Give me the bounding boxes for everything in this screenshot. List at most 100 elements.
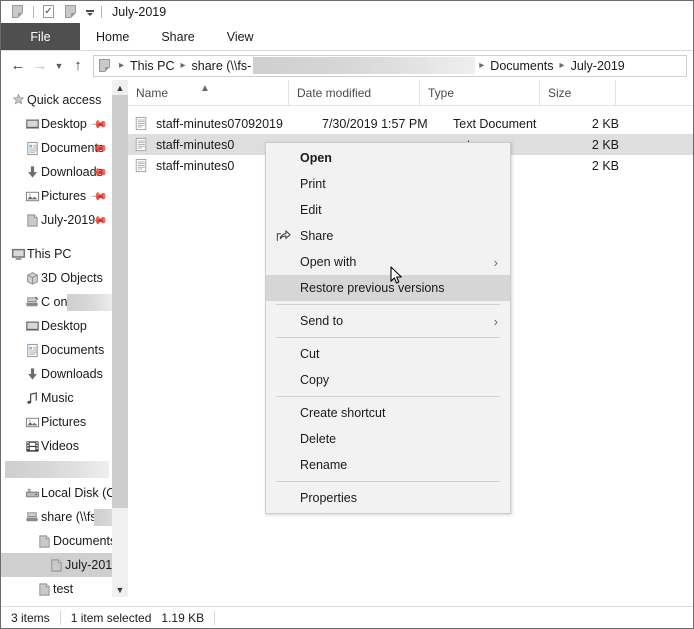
text-document-icon [128,158,154,173]
sidebar-item-videos[interactable]: Videos [1,434,128,458]
file-size: 2 KB [565,159,641,173]
sidebar-item-pictures[interactable]: Pictures 📌 [1,184,128,208]
sidebar-item-local-disk-c[interactable]: Local Disk (C:) [1,481,128,505]
sidebar-label: Desktop [41,117,87,131]
breadcrumb-july-2019[interactable]: July-2019 [569,59,627,73]
scroll-down-arrow-icon[interactable]: ▼ [112,582,128,597]
sidebar-item-3d-objects[interactable]: 3D Objects [1,266,128,290]
column-header-name[interactable]: Name ▲ [128,80,288,106]
customize-quick-access-toolbar-icon[interactable] [83,4,97,20]
breadcrumb-documents[interactable]: Documents [488,59,555,73]
sidebar-item-pictures-pc[interactable]: Pictures [1,410,128,434]
context-menu-item-delete[interactable]: Delete [266,426,510,452]
sidebar-item-downloads[interactable]: Downloads 📌 [1,160,128,184]
context-menu-label: Properties [300,491,357,505]
sidebar-item-test[interactable]: test [1,577,128,597]
context-menu-label: Open [300,151,332,165]
status-item-count: 3 items [1,611,60,625]
context-menu-label: Print [300,177,326,191]
sidebar-label: Videos [41,439,79,453]
column-header-type[interactable]: Type [419,80,539,106]
downloads-icon [23,367,41,382]
sidebar-item-desktop[interactable]: Desktop 📌 [1,112,128,136]
status-selection-size: 1.19 KB [161,611,214,625]
sidebar-item-c-on-redacted[interactable]: C on [1,290,128,314]
folder-icon[interactable] [10,4,26,20]
context-menu-separator [276,337,500,338]
sidebar-item-july-2019-quick[interactable]: July-2019 📌 [1,208,128,232]
music-icon [23,391,41,406]
context-menu-label: Rename [300,458,347,472]
status-bar: 3 items 1 item selected 1.19 KB [1,606,693,628]
sidebar-label: This PC [27,247,71,261]
context-menu: Open Print Edit Share Open with › Restor… [265,142,511,514]
column-header-date-modified[interactable]: Date modified [288,80,419,106]
context-menu-item-open[interactable]: Open [266,145,510,171]
context-menu-item-cut[interactable]: Cut [266,341,510,367]
network-drive-icon [23,510,41,525]
context-menu-item-rename[interactable]: Rename [266,452,510,478]
window-title: July-2019 [112,5,166,19]
new-folder-icon[interactable] [63,4,79,20]
address-breadcrumb-box[interactable]: ▸ This PC ▸ share (\\fs- ▸ Documents ▸ J… [93,55,687,77]
toolbar-divider-2 [101,6,102,18]
sidebar-label: C on [41,295,67,309]
sidebar-label: 3D Objects [41,271,103,285]
tab-share[interactable]: Share [145,23,210,50]
forward-arrow-icon[interactable]: → [29,55,51,77]
sidebar-label: Desktop [41,319,87,333]
sidebar-label: Pictures [41,189,86,203]
up-arrow-icon[interactable]: ↑ [67,55,89,77]
column-headers: Name ▲ Date modified Type Size [128,80,693,106]
3d-objects-icon [23,271,41,286]
scroll-up-arrow-icon[interactable]: ▲ [112,80,128,95]
tab-file[interactable]: File [1,23,80,50]
file-name: staff-minutes07092019 [154,117,314,131]
desktop-icon [23,319,41,334]
sidebar-item-share-network[interactable]: share (\\fs- [1,505,128,529]
sidebar-item-this-pc[interactable]: This PC [1,242,128,266]
videos-icon [23,439,41,454]
tab-home[interactable]: Home [80,23,145,50]
column-header-size-label: Size [548,86,571,100]
context-menu-item-edit[interactable]: Edit [266,197,510,223]
context-menu-item-share[interactable]: Share [266,223,510,249]
context-menu-item-print[interactable]: Print [266,171,510,197]
sidebar-item-july-2019-selected[interactable]: July-2019 [1,553,128,577]
back-arrow-icon[interactable]: ← [7,55,29,77]
tab-view[interactable]: View [211,23,270,50]
context-menu-item-create-shortcut[interactable]: Create shortcut [266,400,510,426]
sidebar-item-music[interactable]: Music [1,386,128,410]
text-document-icon [128,116,154,131]
context-menu-item-copy[interactable]: Copy [266,367,510,393]
sidebar-item-documents[interactable]: Documents 📌 [1,136,128,160]
submenu-chevron-right-icon: › [494,315,498,328]
sidebar-item-documents-share[interactable]: Documents [1,529,128,553]
breadcrumb-share[interactable]: share (\\fs- [190,59,254,73]
network-drive-icon [23,295,41,310]
sidebar-item-downloads-pc[interactable]: Downloads [1,362,128,386]
context-menu-item-open-with[interactable]: Open with › [266,249,510,275]
properties-icon[interactable]: ✓ [41,4,57,20]
sidebar-label: Downloads [41,367,103,381]
table-row[interactable]: staff-minutes07092019 7/30/2019 1:57 PM … [128,113,693,134]
context-menu-separator [276,396,500,397]
context-menu-item-restore-previous-versions[interactable]: Restore previous versions [266,275,510,301]
recent-locations-chevron-down-icon[interactable]: ▼ [51,55,67,77]
sidebar-item-quick-access[interactable]: Quick access [1,88,128,112]
context-menu-item-send-to[interactable]: Send to › [266,308,510,334]
navigation-pane-scrollbar[interactable]: ▲ ▼ [112,80,128,597]
sidebar-item-desktop-pc[interactable]: Desktop [1,314,128,338]
star-icon [9,93,27,108]
column-header-date-label: Date modified [297,86,371,100]
pictures-icon [23,415,41,430]
scrollbar-thumb[interactable] [112,95,128,508]
pin-icon[interactable]: 📌 [90,115,109,134]
breadcrumb-folder-icon [97,58,113,74]
sidebar-item-documents-pc[interactable]: Documents [1,338,128,362]
status-selection: 1 item selected [61,611,162,625]
context-menu-item-properties[interactable]: Properties [266,485,510,511]
column-header-size[interactable]: Size [539,80,615,106]
breadcrumb-this-pc[interactable]: This PC [128,59,176,73]
pin-icon[interactable]: 📌 [90,187,109,206]
